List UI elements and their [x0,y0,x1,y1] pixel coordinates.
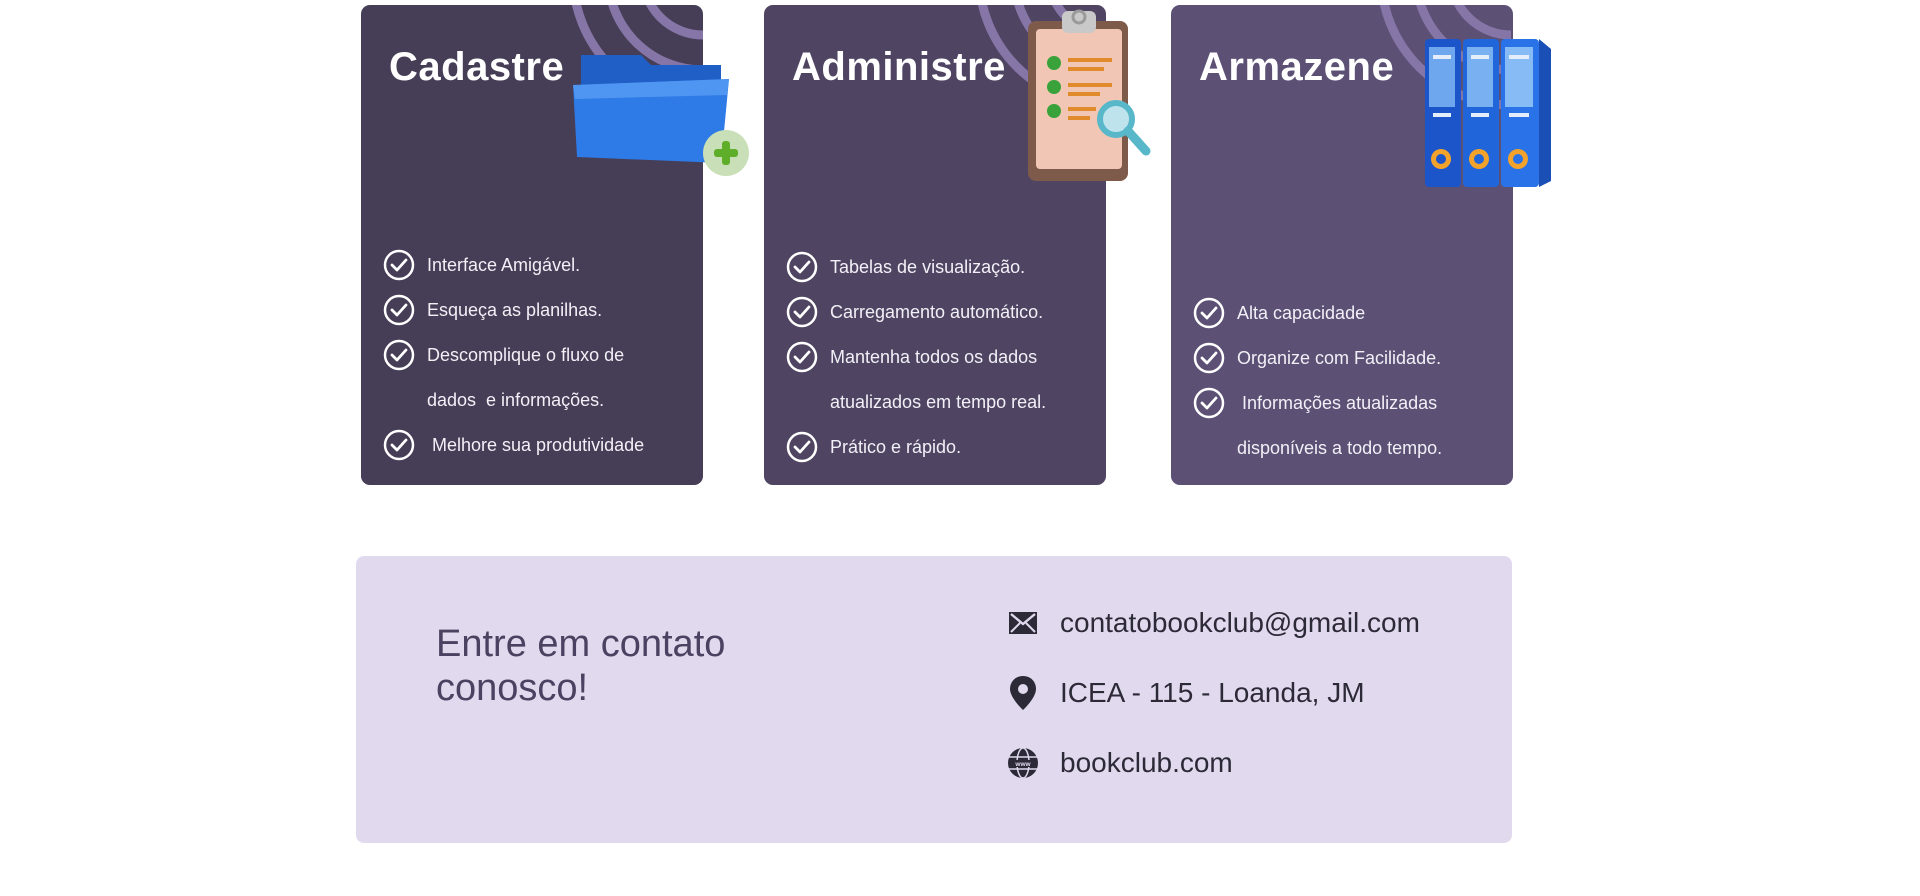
feature-list: Interface Amigável. Esqueça as planilhas… [383,243,693,468]
card-title: Cadastre [389,45,565,89]
feature-item: Interface Amigável. [383,243,693,288]
contact-address-row: ICEA - 115 - Loanda, JM [1006,676,1365,710]
contact-website-link[interactable]: bookclub.com [1060,747,1233,779]
feature-item: Mantenha todos os dados atualizados em t… [786,335,1096,425]
feature-item: Carregamento automático. [786,290,1096,335]
feature-text: Tabelas de visualização. [830,257,1026,277]
feature-item: Melhore sua produtividade [383,423,693,468]
check-circle-icon [1193,342,1225,374]
feature-text: Prático e rápido. [830,437,962,457]
check-circle-icon [786,431,818,463]
feature-text: Alta capacidade [1237,303,1366,323]
feature-item: Descomplique o fluxo de dados e informaç… [383,333,693,423]
check-circle-icon [383,294,415,326]
contact-email-row[interactable]: contatobookclub@gmail.com [1006,606,1420,640]
feature-text: Carregamento automático. [830,302,1044,322]
contact-website-row[interactable]: www bookclub.com [1006,746,1233,780]
check-circle-icon [786,341,818,373]
feature-card-administre: Administre Tabelas de visualização. Carr… [764,5,1151,485]
card-title: Armazene [1199,45,1395,89]
feature-list: Tabelas de visualização. Carregamento au… [786,245,1096,470]
feature-text: Esqueça as planilhas. [427,300,603,320]
feature-card-armazene: Armazene Alta capacidade Organize com Fa… [1171,5,1551,485]
feature-text: Descomplique o fluxo de dados e informaç… [427,345,630,410]
feature-item: Informações atualizadas disponíveis a to… [1193,381,1503,471]
feature-item: Prático e rápido. [786,425,1096,470]
check-circle-icon [786,251,818,283]
check-circle-icon [786,296,818,328]
card-title: Administre [792,45,1006,89]
contact-address: ICEA - 115 - Loanda, JM [1060,677,1365,708]
feature-item: Tabelas de visualização. [786,245,1096,290]
feature-text: Interface Amigável. [427,255,581,275]
feature-list: Alta capacidade Organize com Facilidade.… [1193,291,1503,471]
contact-email-link[interactable]: contatobookclub@gmail.com [1060,607,1420,639]
map-pin-icon [1006,676,1040,710]
feature-card-cadastre: Cadastre Interface Amigável. Esqueça as … [361,5,749,485]
check-circle-icon [1193,297,1225,329]
feature-item: Alta capacidade [1193,291,1503,336]
check-circle-icon [383,339,415,371]
globe-www-icon: www [1006,746,1040,780]
binders-icon [1423,33,1579,198]
envelope-icon [1006,606,1040,640]
feature-text: Organize com Facilidade. [1237,348,1442,368]
feature-text: Mantenha todos os dados atualizados em t… [830,347,1047,412]
feature-item: Esqueça as planilhas. [383,288,693,333]
folder-add-icon [571,45,751,185]
feature-text: Informações atualizadas disponíveis a to… [1237,393,1443,458]
feature-item: Organize com Facilidade. [1193,336,1503,381]
check-circle-icon [383,429,415,461]
contact-heading: Entre em contato conosco! [436,623,726,709]
clipboard-search-icon [1026,7,1156,192]
check-circle-icon [1193,387,1225,419]
contact-section: Entre em contato conosco! contatobookclu… [356,556,1512,843]
svg-text:www: www [1014,761,1031,768]
feature-text: Melhore sua produtividade [427,435,645,455]
check-circle-icon [383,249,415,281]
